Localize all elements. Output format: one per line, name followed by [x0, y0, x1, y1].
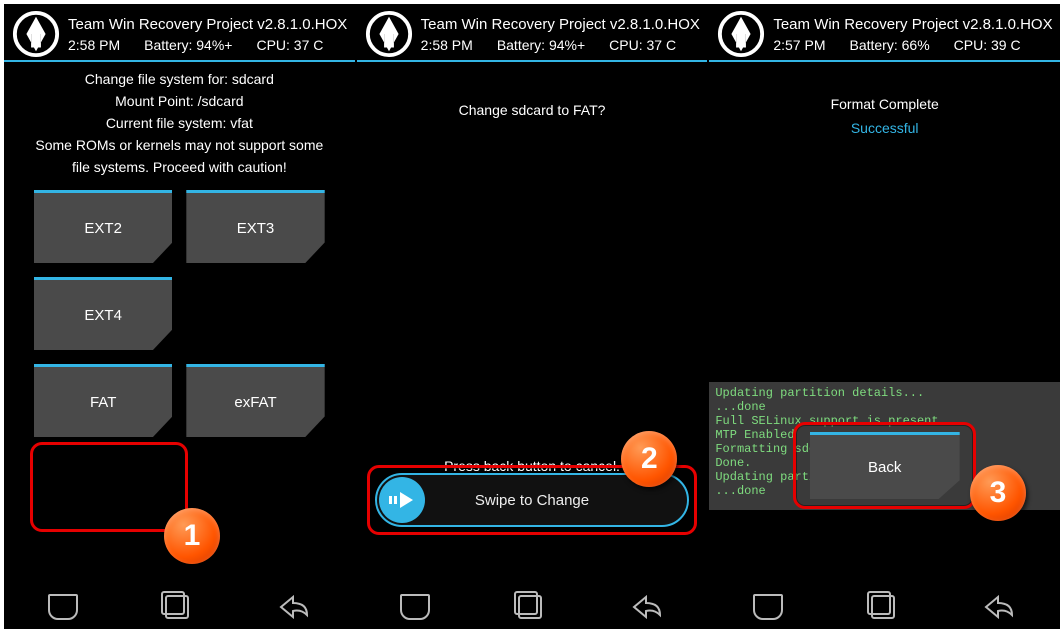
- home-icon[interactable]: [48, 594, 78, 620]
- three-screens-container: Team Win Recovery Project v2.8.1.0.HOX 2…: [4, 4, 1060, 629]
- press-back-hint: Press back button to cancel.: [357, 458, 708, 474]
- status-line: 2:58 PM Battery: 94%+ CPU: 37 C: [421, 37, 700, 53]
- result-status: Successful: [709, 116, 1060, 140]
- result-title: Format Complete: [709, 92, 1060, 116]
- content-area: Change file system for: sdcard Mount Poi…: [4, 62, 355, 585]
- screen-3: Team Win Recovery Project v2.8.1.0.HOX 2…: [709, 4, 1060, 629]
- ext3-label: EXT3: [237, 220, 275, 237]
- info-l3: Current file system: vfat: [12, 112, 347, 134]
- screen-1: Team Win Recovery Project v2.8.1.0.HOX 2…: [4, 4, 355, 629]
- info-l1: Change file system for: sdcard: [12, 68, 347, 90]
- app-title: Team Win Recovery Project v2.8.1.0.HOX: [421, 16, 700, 33]
- navbar: [357, 585, 708, 629]
- back-icon[interactable]: [277, 595, 311, 619]
- back-icon[interactable]: [982, 595, 1016, 619]
- content-area: Change sdcard to FAT? Press back button …: [357, 62, 708, 585]
- status-line: 2:57 PM Battery: 66% CPU: 39 C: [773, 37, 1052, 53]
- twrp-logo-icon: [12, 10, 60, 58]
- screen-2: Team Win Recovery Project v2.8.1.0.HOX 2…: [357, 4, 708, 629]
- header: Team Win Recovery Project v2.8.1.0.HOX 2…: [709, 4, 1060, 58]
- status-line: 2:58 PM Battery: 94%+ CPU: 37 C: [68, 37, 347, 53]
- swipe-container: Swipe to Change: [375, 473, 690, 527]
- info-l2: Mount Point: /sdcard: [12, 90, 347, 112]
- callout-1: 1: [164, 508, 220, 564]
- swipe-label: Swipe to Change: [377, 492, 688, 509]
- info-l4: Some ROMs or kernels may not support som…: [12, 134, 347, 156]
- ext2-button[interactable]: EXT2: [34, 190, 172, 263]
- home-icon[interactable]: [753, 594, 783, 620]
- recent-icon[interactable]: [518, 595, 542, 619]
- back-button-wrap: Back: [709, 432, 1060, 499]
- ext2-label: EXT2: [84, 220, 122, 237]
- header-text: Team Win Recovery Project v2.8.1.0.HOX 2…: [421, 16, 700, 53]
- callout-1-label: 1: [184, 519, 201, 553]
- highlight-fat: [30, 442, 188, 532]
- home-icon[interactable]: [400, 594, 430, 620]
- exfat-label: exFAT: [234, 394, 276, 411]
- twrp-logo-icon: [365, 10, 413, 58]
- back-icon[interactable]: [630, 595, 664, 619]
- recent-icon[interactable]: [871, 595, 895, 619]
- app-title: Team Win Recovery Project v2.8.1.0.HOX: [773, 16, 1052, 33]
- time: 2:58 PM: [68, 37, 120, 53]
- recent-icon[interactable]: [165, 595, 189, 619]
- header: Team Win Recovery Project v2.8.1.0.HOX 2…: [357, 4, 708, 58]
- time: 2:57 PM: [773, 37, 825, 53]
- exfat-button[interactable]: exFAT: [186, 364, 324, 437]
- back-label: Back: [868, 459, 901, 476]
- fat-button[interactable]: FAT: [34, 364, 172, 437]
- ext4-label: EXT4: [84, 307, 122, 324]
- filesystem-grid: EXT2 EXT3 EXT4 FAT exFAT: [4, 178, 355, 449]
- cpu: CPU: 37 C: [256, 37, 323, 53]
- cpu: CPU: 37 C: [609, 37, 676, 53]
- navbar: [4, 585, 355, 629]
- ext4-button[interactable]: EXT4: [34, 277, 172, 350]
- battery: Battery: 94%+: [144, 37, 232, 53]
- swipe-slider[interactable]: Swipe to Change: [375, 473, 690, 527]
- ext3-button[interactable]: EXT3: [186, 190, 324, 263]
- twrp-logo-icon: [717, 10, 765, 58]
- header-text: Team Win Recovery Project v2.8.1.0.HOX 2…: [773, 16, 1052, 53]
- back-button[interactable]: Back: [810, 432, 960, 499]
- cpu: CPU: 39 C: [954, 37, 1021, 53]
- battery: Battery: 94%+: [497, 37, 585, 53]
- format-result: Format Complete Successful: [709, 92, 1060, 140]
- time: 2:58 PM: [421, 37, 473, 53]
- header: Team Win Recovery Project v2.8.1.0.HOX 2…: [4, 4, 355, 58]
- info-l5: file systems. Proceed with caution!: [12, 156, 347, 178]
- app-title: Team Win Recovery Project v2.8.1.0.HOX: [68, 16, 347, 33]
- fat-label: FAT: [90, 394, 116, 411]
- header-text: Team Win Recovery Project v2.8.1.0.HOX 2…: [68, 16, 347, 53]
- navbar: [709, 585, 1060, 629]
- info-text: Change file system for: sdcard Mount Poi…: [4, 68, 355, 178]
- confirm-question: Change sdcard to FAT?: [357, 102, 708, 118]
- content-area: Format Complete Successful Updating part…: [709, 62, 1060, 585]
- battery: Battery: 66%: [849, 37, 929, 53]
